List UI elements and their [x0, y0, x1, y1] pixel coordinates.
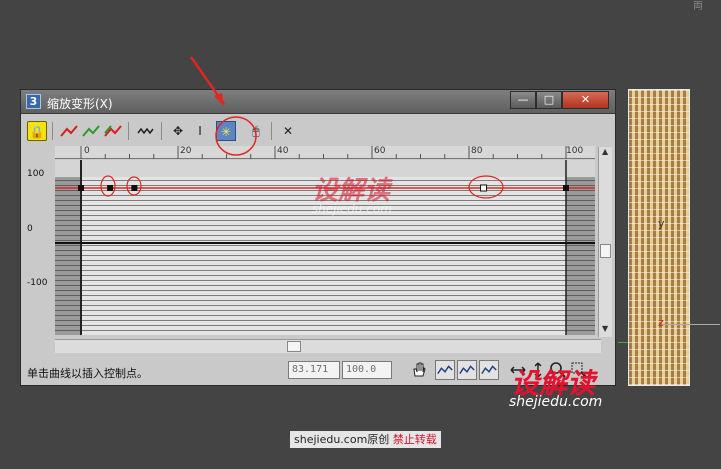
watermark-url-bottom: shejiedu.com	[509, 394, 603, 410]
insert-corner-point-icon[interactable]: ✳	[216, 121, 236, 141]
control-point[interactable]	[78, 185, 84, 191]
zoom-extents-icon[interactable]	[435, 360, 455, 380]
credit-forbid: 禁止转载	[392, 433, 437, 446]
position-ruler: 0 20 40 60 80 100	[55, 146, 595, 159]
y-label-100: 100	[27, 169, 45, 179]
pan-hand-icon[interactable]	[409, 360, 429, 380]
ruler-tick-label: 20	[180, 146, 192, 156]
out-of-range-left	[55, 177, 81, 335]
control-point[interactable]	[131, 185, 138, 191]
window-title: 缩放变形(X)	[47, 97, 113, 111]
horizontal-scrollbar[interactable]	[55, 339, 601, 353]
ruler-tick-label: 100	[566, 146, 584, 156]
reset-curve-icon[interactable]: 🖱	[246, 121, 266, 141]
zoom-vertical-extents-icon[interactable]	[479, 360, 499, 380]
toolbar-separator	[128, 122, 129, 140]
control-point[interactable]	[480, 184, 488, 192]
axis-y-label: y	[658, 217, 665, 230]
ruler-tick-label: 80	[471, 146, 483, 156]
out-of-range-right	[566, 177, 595, 335]
scale-vertical-icon[interactable]: I	[190, 121, 210, 141]
lock-icon[interactable]: 🔒	[27, 121, 47, 141]
ruler-tick-label: 60	[374, 146, 386, 156]
green-axis-line	[618, 342, 628, 343]
vertical-scroll-thumb[interactable]	[600, 244, 611, 258]
ruler-tick-label: 0	[84, 146, 90, 156]
ruler-ticks	[80, 146, 567, 159]
control-point[interactable]	[563, 185, 569, 191]
watermark-url: shejiedu.com	[312, 202, 392, 216]
top-corner-glyph: 両	[693, 1, 703, 12]
minimize-button[interactable]: —	[510, 91, 536, 109]
ruler-tick-label: 40	[277, 146, 289, 156]
toolbar-separator	[161, 122, 162, 140]
viewport-mesh	[629, 90, 689, 385]
close-button[interactable]: ✕	[562, 91, 609, 109]
vertical-scrollbar[interactable]: ▲ ▼	[598, 147, 612, 337]
toolbar: 🔒 ✥ I ✳ 🖱 ✕	[24, 119, 612, 143]
title-bar[interactable]: 3 缩放变形(X) — □ ✕	[21, 90, 615, 114]
viewport-preview[interactable]	[628, 89, 690, 386]
maximize-button[interactable]: □	[536, 91, 562, 109]
z-axis-line	[662, 324, 720, 325]
curve-green-icon[interactable]	[81, 121, 101, 141]
curve-both-icon[interactable]	[103, 121, 123, 141]
y-label-0: 0	[27, 224, 33, 234]
toolbar-separator	[52, 122, 53, 140]
move-icon[interactable]: ✥	[168, 121, 188, 141]
zoom-horizontal-extents-icon[interactable]	[457, 360, 477, 380]
status-prompt: 单击曲线以插入控制点。	[27, 367, 148, 380]
credit-original: 原创	[367, 433, 390, 446]
scale-deformation-window: 3 缩放变形(X) — □ ✕ 🔒 ✥ I ✳ 🖱 ✕ 0 20 40 60 8…	[20, 89, 616, 386]
y-label-minus-100: -100	[27, 278, 48, 288]
delete-point-icon[interactable]: ✕	[278, 121, 298, 141]
position-field[interactable]: 83.171	[288, 361, 340, 379]
scroll-down-arrow[interactable]: ▼	[602, 324, 608, 333]
curve-red-icon[interactable]	[59, 121, 79, 141]
wave-icon[interactable]	[136, 121, 156, 141]
credit-label: shejiedu.com原创 禁止转载	[290, 431, 441, 448]
3dsmax-app-icon: 3	[26, 94, 41, 109]
axis-z-label: z	[658, 316, 664, 329]
scroll-up-arrow[interactable]: ▲	[602, 147, 608, 156]
control-point[interactable]	[107, 185, 114, 191]
toolbar-separator	[271, 122, 272, 140]
credit-site: shejiedu.com	[294, 433, 368, 446]
horizontal-scroll-thumb[interactable]	[287, 341, 301, 352]
value-field[interactable]: 100.0	[342, 361, 392, 379]
